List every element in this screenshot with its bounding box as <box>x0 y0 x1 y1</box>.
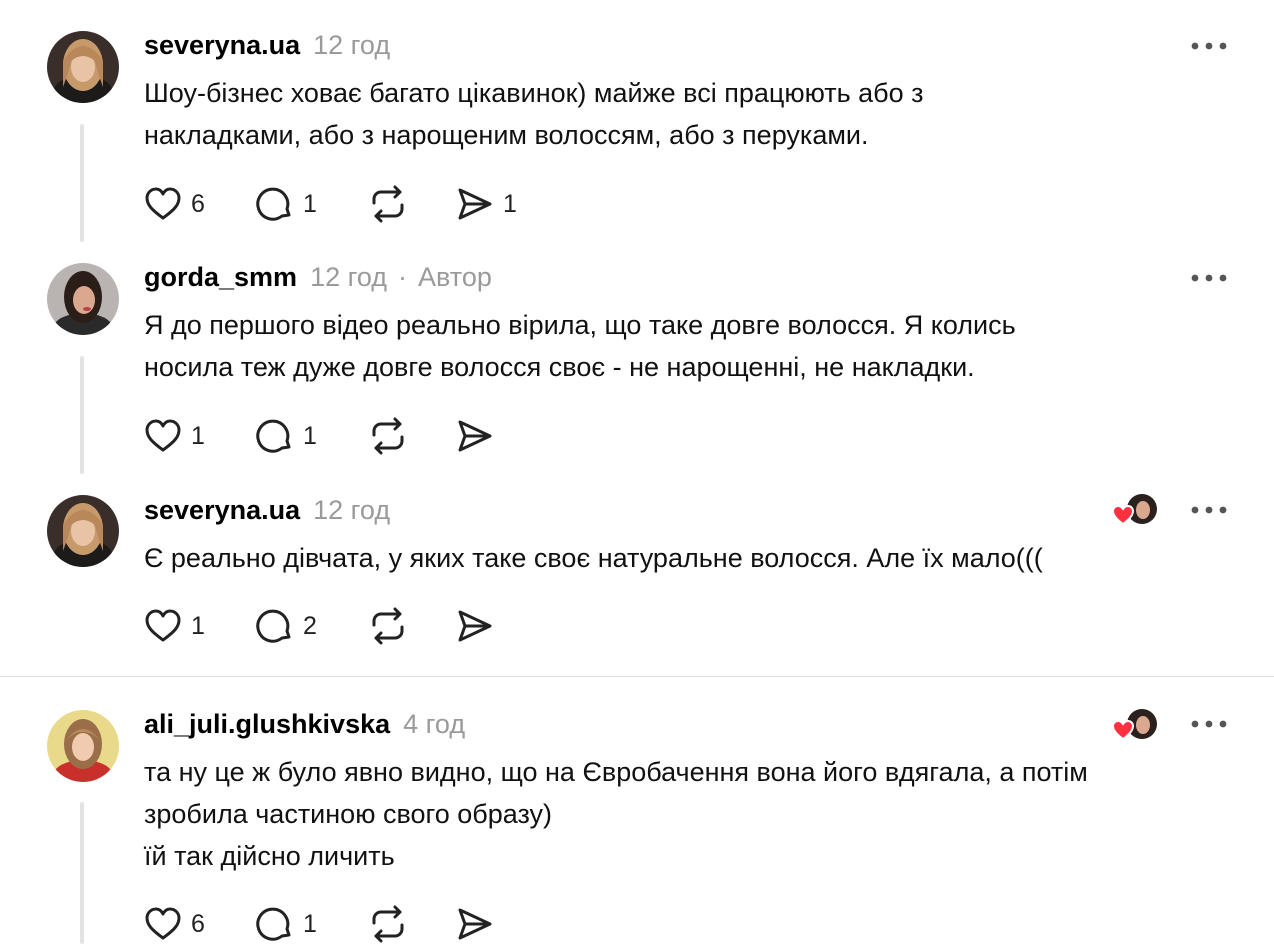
more-options-button[interactable] <box>1188 714 1230 734</box>
repost-icon <box>372 185 404 223</box>
avatar[interactable] <box>47 495 119 567</box>
text-line: та ну це ж було явно видно, що на Євроба… <box>144 757 1088 787</box>
repost-icon <box>372 905 404 943</box>
comment-header: gorda_smm 12 год · Автор <box>144 257 492 297</box>
like-button[interactable]: 1 <box>144 606 205 646</box>
share-icon <box>458 420 492 452</box>
comment-text: та ну це ж було явно видно, що на Євроба… <box>144 751 1244 877</box>
heart-icon <box>1111 719 1135 741</box>
more-icon <box>1191 720 1227 728</box>
username[interactable]: severyna.ua <box>144 495 300 526</box>
timestamp[interactable]: 12 год <box>313 495 390 526</box>
text-line: носила теж дуже довге волосся своє - не … <box>144 352 975 382</box>
text-line: накладками, або з нарощеним волоссям, аб… <box>144 120 869 150</box>
thread-line <box>80 356 84 474</box>
heart-icon <box>145 187 181 220</box>
timestamp[interactable]: 12 год <box>313 30 390 61</box>
username[interactable]: gorda_smm <box>144 262 297 293</box>
share-button[interactable]: 1 <box>456 184 517 224</box>
reply-count: 2 <box>303 611 317 640</box>
like-count: 6 <box>191 189 205 218</box>
repost-button[interactable] <box>368 184 408 224</box>
username[interactable]: severyna.ua <box>144 30 300 61</box>
reply-count: 1 <box>303 189 317 218</box>
more-options-button[interactable] <box>1188 500 1230 520</box>
share-icon <box>458 188 492 220</box>
share-button[interactable] <box>456 416 494 456</box>
liked-by-author-badge <box>1111 707 1160 743</box>
more-icon <box>1191 274 1227 282</box>
liked-by-author-badge <box>1111 492 1160 528</box>
avatar[interactable] <box>47 263 119 335</box>
like-button[interactable]: 6 <box>144 184 205 224</box>
repost-icon <box>372 607 404 645</box>
more-options-button[interactable] <box>1188 268 1230 288</box>
timestamp[interactable]: 12 год <box>310 262 387 293</box>
comment-text: Шоу-бізнес ховає багато цікавинок) майже… <box>144 72 1244 156</box>
repost-icon <box>372 417 404 455</box>
reply-button[interactable]: 1 <box>256 416 317 456</box>
text-line: Шоу-бізнес ховає багато цікавинок) майже… <box>144 78 924 108</box>
reply-button[interactable]: 1 <box>256 904 317 944</box>
comment-header: ali_juli.glushkivska 4 год <box>144 704 465 744</box>
comment-icon <box>256 907 291 941</box>
like-count: 1 <box>191 421 205 450</box>
share-count: 1 <box>503 189 517 218</box>
share-button[interactable] <box>456 606 494 646</box>
share-icon <box>458 610 492 642</box>
timestamp[interactable]: 4 год <box>403 709 465 740</box>
thread-line <box>80 802 84 944</box>
repost-button[interactable] <box>368 606 408 646</box>
reply-button[interactable]: 2 <box>256 606 317 646</box>
comment-header: severyna.ua 12 год <box>144 490 390 530</box>
author-label: Автор <box>418 261 492 292</box>
share-button[interactable] <box>456 904 494 944</box>
avatar[interactable] <box>47 31 119 103</box>
thread-divider <box>0 676 1274 677</box>
more-options-button[interactable] <box>1188 36 1230 56</box>
separator-dot: · <box>398 261 408 292</box>
comment-text: Я до першого відео реально вірила, що та… <box>144 304 1244 388</box>
heart-icon <box>145 907 181 940</box>
avatar[interactable] <box>47 710 119 782</box>
heart-icon <box>145 609 181 642</box>
repost-button[interactable] <box>368 904 408 944</box>
comment-icon <box>256 419 291 453</box>
more-icon <box>1191 506 1227 514</box>
text-line: їй так дійсно личить <box>144 841 395 871</box>
repost-button[interactable] <box>368 416 408 456</box>
heart-icon <box>145 419 181 452</box>
heart-icon <box>1111 504 1135 526</box>
comment-text: Є реально дівчата, у яких таке своє нату… <box>144 537 1244 579</box>
like-button[interactable]: 1 <box>144 416 205 456</box>
share-icon <box>458 908 492 940</box>
username[interactable]: ali_juli.glushkivska <box>144 709 390 740</box>
like-count: 1 <box>191 611 205 640</box>
reply-button[interactable]: 1 <box>256 184 317 224</box>
like-button[interactable]: 6 <box>144 904 205 944</box>
comment-icon <box>256 187 291 221</box>
reply-count: 1 <box>303 421 317 450</box>
text-line: зробила частиною свого образу) <box>144 799 553 829</box>
more-icon <box>1191 42 1227 50</box>
thread-line <box>80 124 84 242</box>
like-count: 6 <box>191 909 205 938</box>
comment-header: severyna.ua 12 год <box>144 25 390 65</box>
reply-count: 1 <box>303 909 317 938</box>
text-line: Я до першого відео реально вірила, що та… <box>144 310 1016 340</box>
comment-icon <box>256 609 291 643</box>
text-line: Є реально дівчата, у яких таке своє нату… <box>144 543 1043 573</box>
